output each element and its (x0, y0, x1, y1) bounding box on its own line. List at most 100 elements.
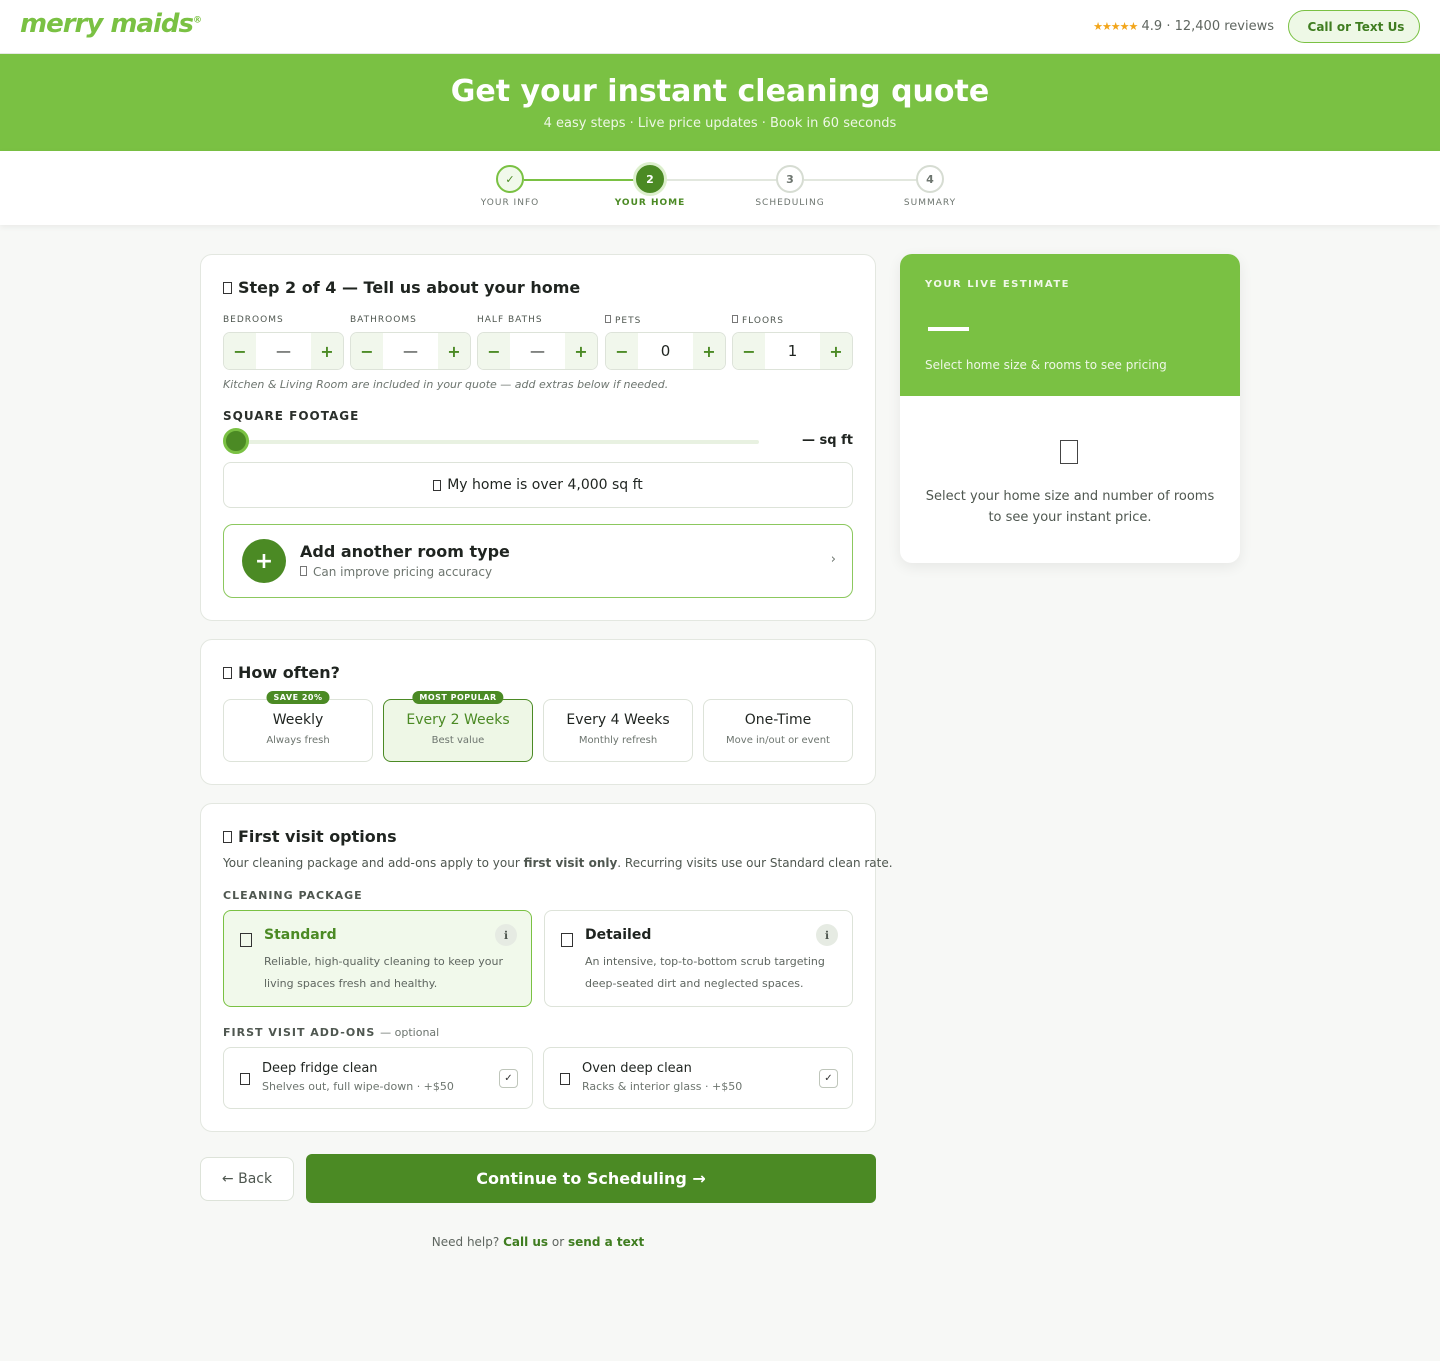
bathrooms-stepper: − — + (350, 332, 471, 370)
frequency-every-2-weeks-subtitle: Best value (431, 735, 485, 746)
add-room-type-subtitle: Can improve pricing accuracy (300, 565, 492, 579)
house-icon (433, 479, 442, 491)
floors-label: FLOORS (732, 315, 784, 326)
package-detailed-title: Detailed (585, 927, 652, 943)
package-standard-option[interactable]: Standard Reliable, high-quality cleaning… (223, 910, 532, 1007)
star-rating-icon: ★★★★★ (1093, 20, 1138, 33)
save-badge: SAVE 20% (266, 691, 330, 704)
chevron-right-icon: › (830, 552, 836, 567)
frequency-every-4-weeks-option[interactable]: Every 4 Weeks Monthly refresh (543, 699, 693, 762)
top-bar: merry maids® ★★★★★ 4.9 · 12,400 reviews … (0, 0, 1440, 54)
hero-banner: Get your instant cleaning quote 4 easy s… (0, 54, 1440, 151)
fridge-icon (240, 1073, 250, 1085)
step-3-marker: 3 (776, 165, 804, 193)
merry-maids-logo[interactable]: merry maids® (20, 9, 202, 39)
half-baths-stepper: − — + (477, 332, 598, 370)
step-connector-3 (804, 179, 920, 181)
rating-text: 4.9 · 12,400 reviews (1141, 19, 1274, 34)
frequency-title: How often? (223, 663, 340, 682)
floors-decrement-button[interactable]: − (733, 333, 765, 369)
bathrooms-decrement-button[interactable]: − (351, 333, 383, 369)
call-us-link[interactable]: Call us (503, 1235, 548, 1249)
progress-stepper: ✓ 2 3 4 YOUR INFO YOUR HOME SCHEDULING S… (0, 151, 1440, 225)
continue-to-scheduling-button[interactable]: Continue to Scheduling → (306, 1154, 876, 1203)
calendar-icon (223, 667, 232, 679)
sparkle-icon (223, 831, 232, 843)
addon-deep-fridge-checkbox[interactable]: ✓ (499, 1069, 518, 1088)
floors-value: 1 (787, 342, 798, 360)
pets-increment-button[interactable]: + (692, 333, 725, 369)
frequency-card: How often? SAVE 20% Weekly Always fresh … (200, 639, 876, 785)
sparkle-icon (300, 566, 307, 576)
calculator-icon (1060, 440, 1078, 464)
frequency-one-time-subtitle: Move in/out or event (726, 735, 830, 746)
bedrooms-value: — (276, 342, 291, 360)
half-baths-increment-button[interactable]: + (565, 333, 597, 369)
bathrooms-increment-button[interactable]: + (438, 333, 470, 369)
square-footage-value: — sq ft (802, 433, 853, 448)
hero-subtitle: 4 easy steps · Live price updates · Book… (543, 116, 897, 131)
call-or-text-button[interactable]: Call or Text Us (1288, 10, 1420, 43)
live-estimate-label: YOUR LIVE ESTIMATE (925, 279, 1070, 290)
bathrooms-value: — (403, 342, 418, 360)
square-footage-slider-track[interactable] (223, 440, 759, 444)
live-estimate-instructions: Select your home size and number of room… (925, 489, 1215, 525)
step-4-label: SUMMARY (903, 198, 957, 208)
pets-value: 0 (660, 342, 671, 360)
pets-stepper: − 0 + (605, 332, 726, 370)
most-popular-badge: MOST POPULAR (412, 691, 504, 704)
oven-icon (560, 1073, 570, 1085)
floors-increment-button[interactable]: + (819, 333, 852, 369)
cleaning-package-label: CLEANING PACKAGE (223, 889, 363, 902)
floors-stepper: − 1 + (732, 332, 853, 370)
half-baths-label: HALF BATHS (477, 315, 543, 325)
info-icon[interactable]: ℹ (495, 924, 517, 946)
rating-summary: ★★★★★ 4.9 · 12,400 reviews (1093, 19, 1274, 34)
add-room-type-title: Add another room type (300, 542, 510, 561)
addon-oven-deep-clean-title: Oven deep clean (582, 1061, 692, 1076)
add-room-type-button[interactable]: + Add another room type Can improve pric… (223, 524, 853, 598)
send-a-text-link[interactable]: send a text (568, 1235, 644, 1249)
package-detailed-option[interactable]: Detailed An intensive, top-to-bottom scr… (544, 910, 853, 1007)
step-1-check-icon[interactable]: ✓ (496, 165, 524, 193)
hero-title: Get your instant cleaning quote (450, 74, 990, 109)
over-4000-sqft-label: My home is over 4,000 sq ft (447, 477, 643, 493)
frequency-weekly-option[interactable]: SAVE 20% Weekly Always fresh (223, 691, 373, 762)
addon-oven-deep-clean-subtitle: Racks & interior glass · +$50 (582, 1080, 743, 1093)
back-button[interactable]: ← Back (200, 1157, 294, 1201)
info-icon[interactable]: ℹ (816, 924, 838, 946)
live-estimate-subtitle: Select home size & rooms to see pricing (925, 358, 1167, 372)
bathrooms-label: BATHROOMS (350, 315, 417, 325)
plus-icon: + (242, 539, 286, 583)
paw-icon (605, 315, 611, 323)
package-standard-description: Reliable, high-quality cleaning to keep … (264, 955, 504, 990)
over-4000-sqft-button[interactable]: My home is over 4,000 sq ft (223, 462, 853, 508)
home-details-card: Step 2 of 4 — Tell us about your home BE… (200, 254, 876, 621)
addon-oven-deep-clean-option[interactable]: Oven deep clean Racks & interior glass ·… (543, 1047, 853, 1109)
step-2-label: YOUR HOME (614, 198, 686, 208)
stairs-icon (732, 315, 738, 323)
included-rooms-note: Kitchen & Living Room are included in yo… (223, 378, 669, 391)
bedrooms-increment-button[interactable]: + (311, 333, 343, 369)
step-connector-1 (524, 179, 640, 181)
home-details-title: Step 2 of 4 — Tell us about your home (223, 278, 580, 297)
live-estimate-header: YOUR LIVE ESTIMATE Select home size & ro… (900, 254, 1240, 396)
pets-decrement-button[interactable]: − (606, 333, 638, 369)
addon-deep-fridge-title: Deep fridge clean (262, 1061, 378, 1076)
frequency-every-2-weeks-option[interactable]: MOST POPULAR Every 2 Weeks Best value (383, 691, 533, 762)
standard-package-icon (240, 933, 252, 947)
addon-oven-deep-clean-checkbox[interactable]: ✓ (819, 1069, 838, 1088)
frequency-weekly-subtitle: Always fresh (266, 735, 330, 746)
step-3-label: SCHEDULING (755, 198, 825, 208)
bedrooms-decrement-button[interactable]: − (224, 333, 256, 369)
home-icon (223, 282, 232, 294)
half-baths-decrement-button[interactable]: − (478, 333, 510, 369)
frequency-every-2-weeks-title: Every 2 Weeks (406, 712, 510, 728)
step-1-label: YOUR INFO (480, 198, 540, 208)
first-visit-title: First visit options (223, 827, 397, 846)
square-footage-slider-handle[interactable] (223, 428, 249, 454)
step-4-marker: 4 (916, 165, 944, 193)
half-baths-value: — (530, 342, 545, 360)
frequency-one-time-option[interactable]: One-Time Move in/out or event (703, 699, 853, 762)
addon-deep-fridge-option[interactable]: Deep fridge clean Shelves out, full wipe… (223, 1047, 533, 1109)
